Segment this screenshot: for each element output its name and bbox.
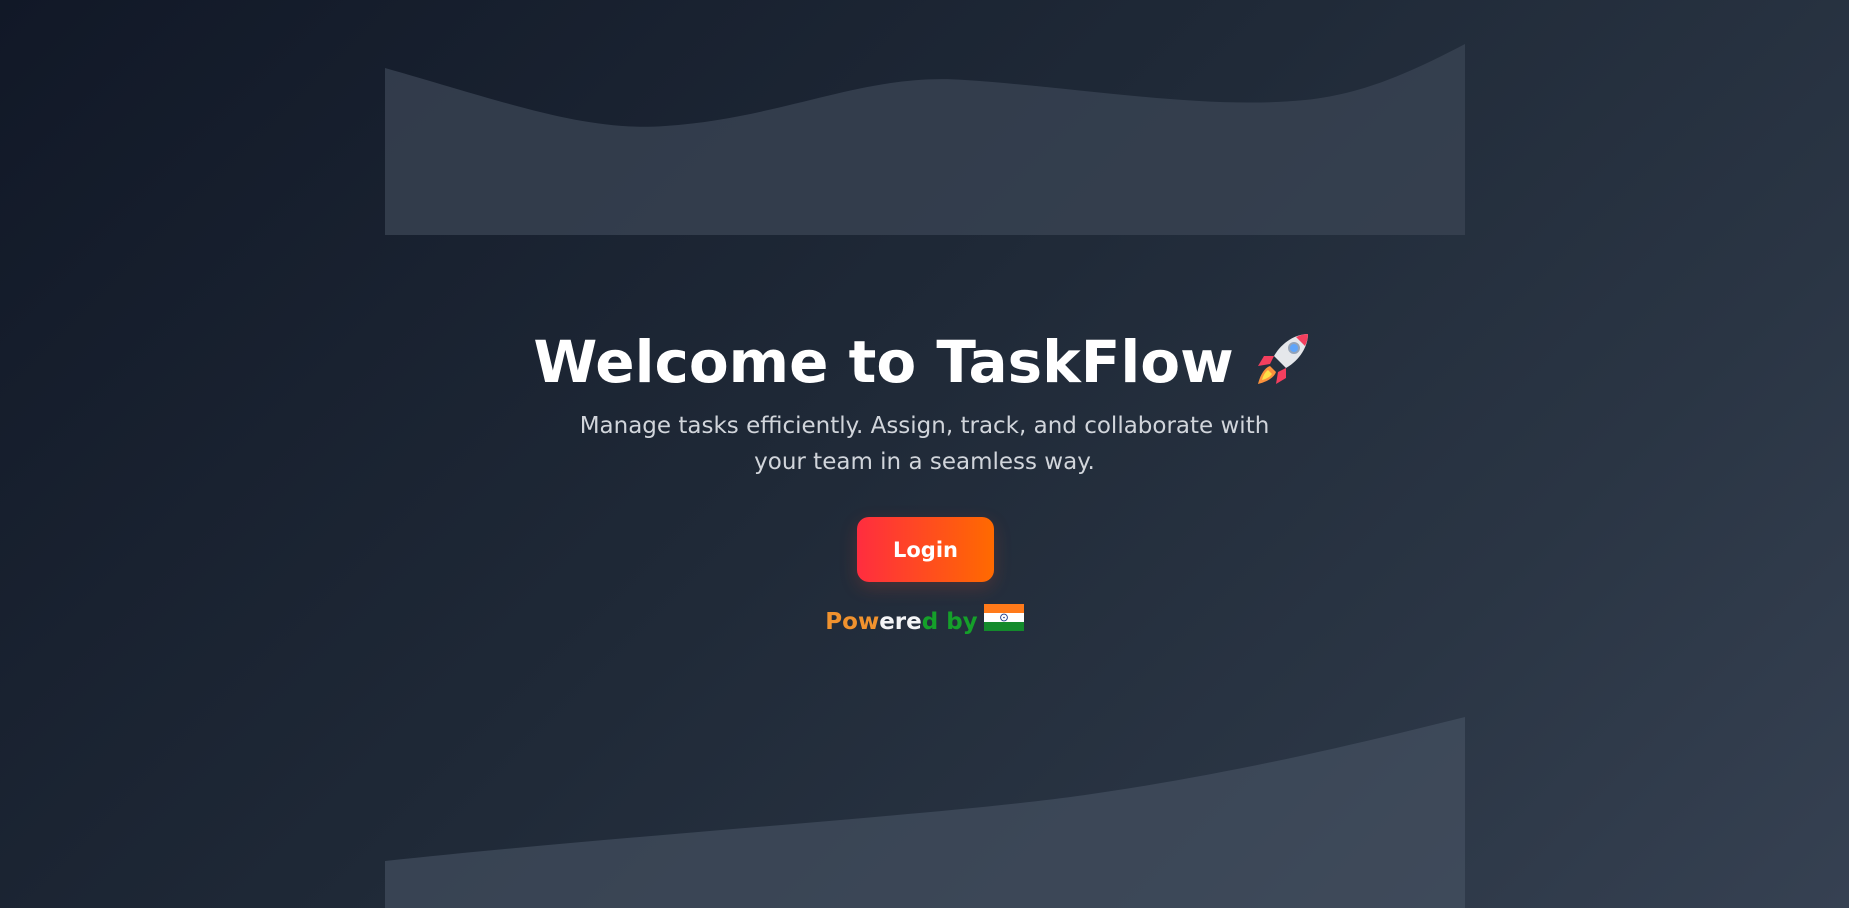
bottom-wave-decoration bbox=[385, 717, 1465, 908]
powered-by-part-white: ere bbox=[879, 609, 922, 635]
title-text: Welcome to TaskFlow bbox=[533, 328, 1234, 396]
powered-by-part-saffron: Pow bbox=[825, 609, 880, 635]
page-title: Welcome to TaskFlow bbox=[0, 326, 1849, 397]
login-button[interactable]: Login bbox=[857, 517, 994, 582]
powered-by-part-green: d by bbox=[921, 609, 978, 635]
page-subtitle: Manage tasks efficiently. Assign, track,… bbox=[579, 413, 1270, 475]
top-wave-decoration bbox=[385, 44, 1465, 235]
powered-by: Powered by bbox=[0, 604, 1849, 639]
rocket-icon bbox=[1252, 326, 1316, 390]
india-flag-icon bbox=[983, 604, 1024, 631]
